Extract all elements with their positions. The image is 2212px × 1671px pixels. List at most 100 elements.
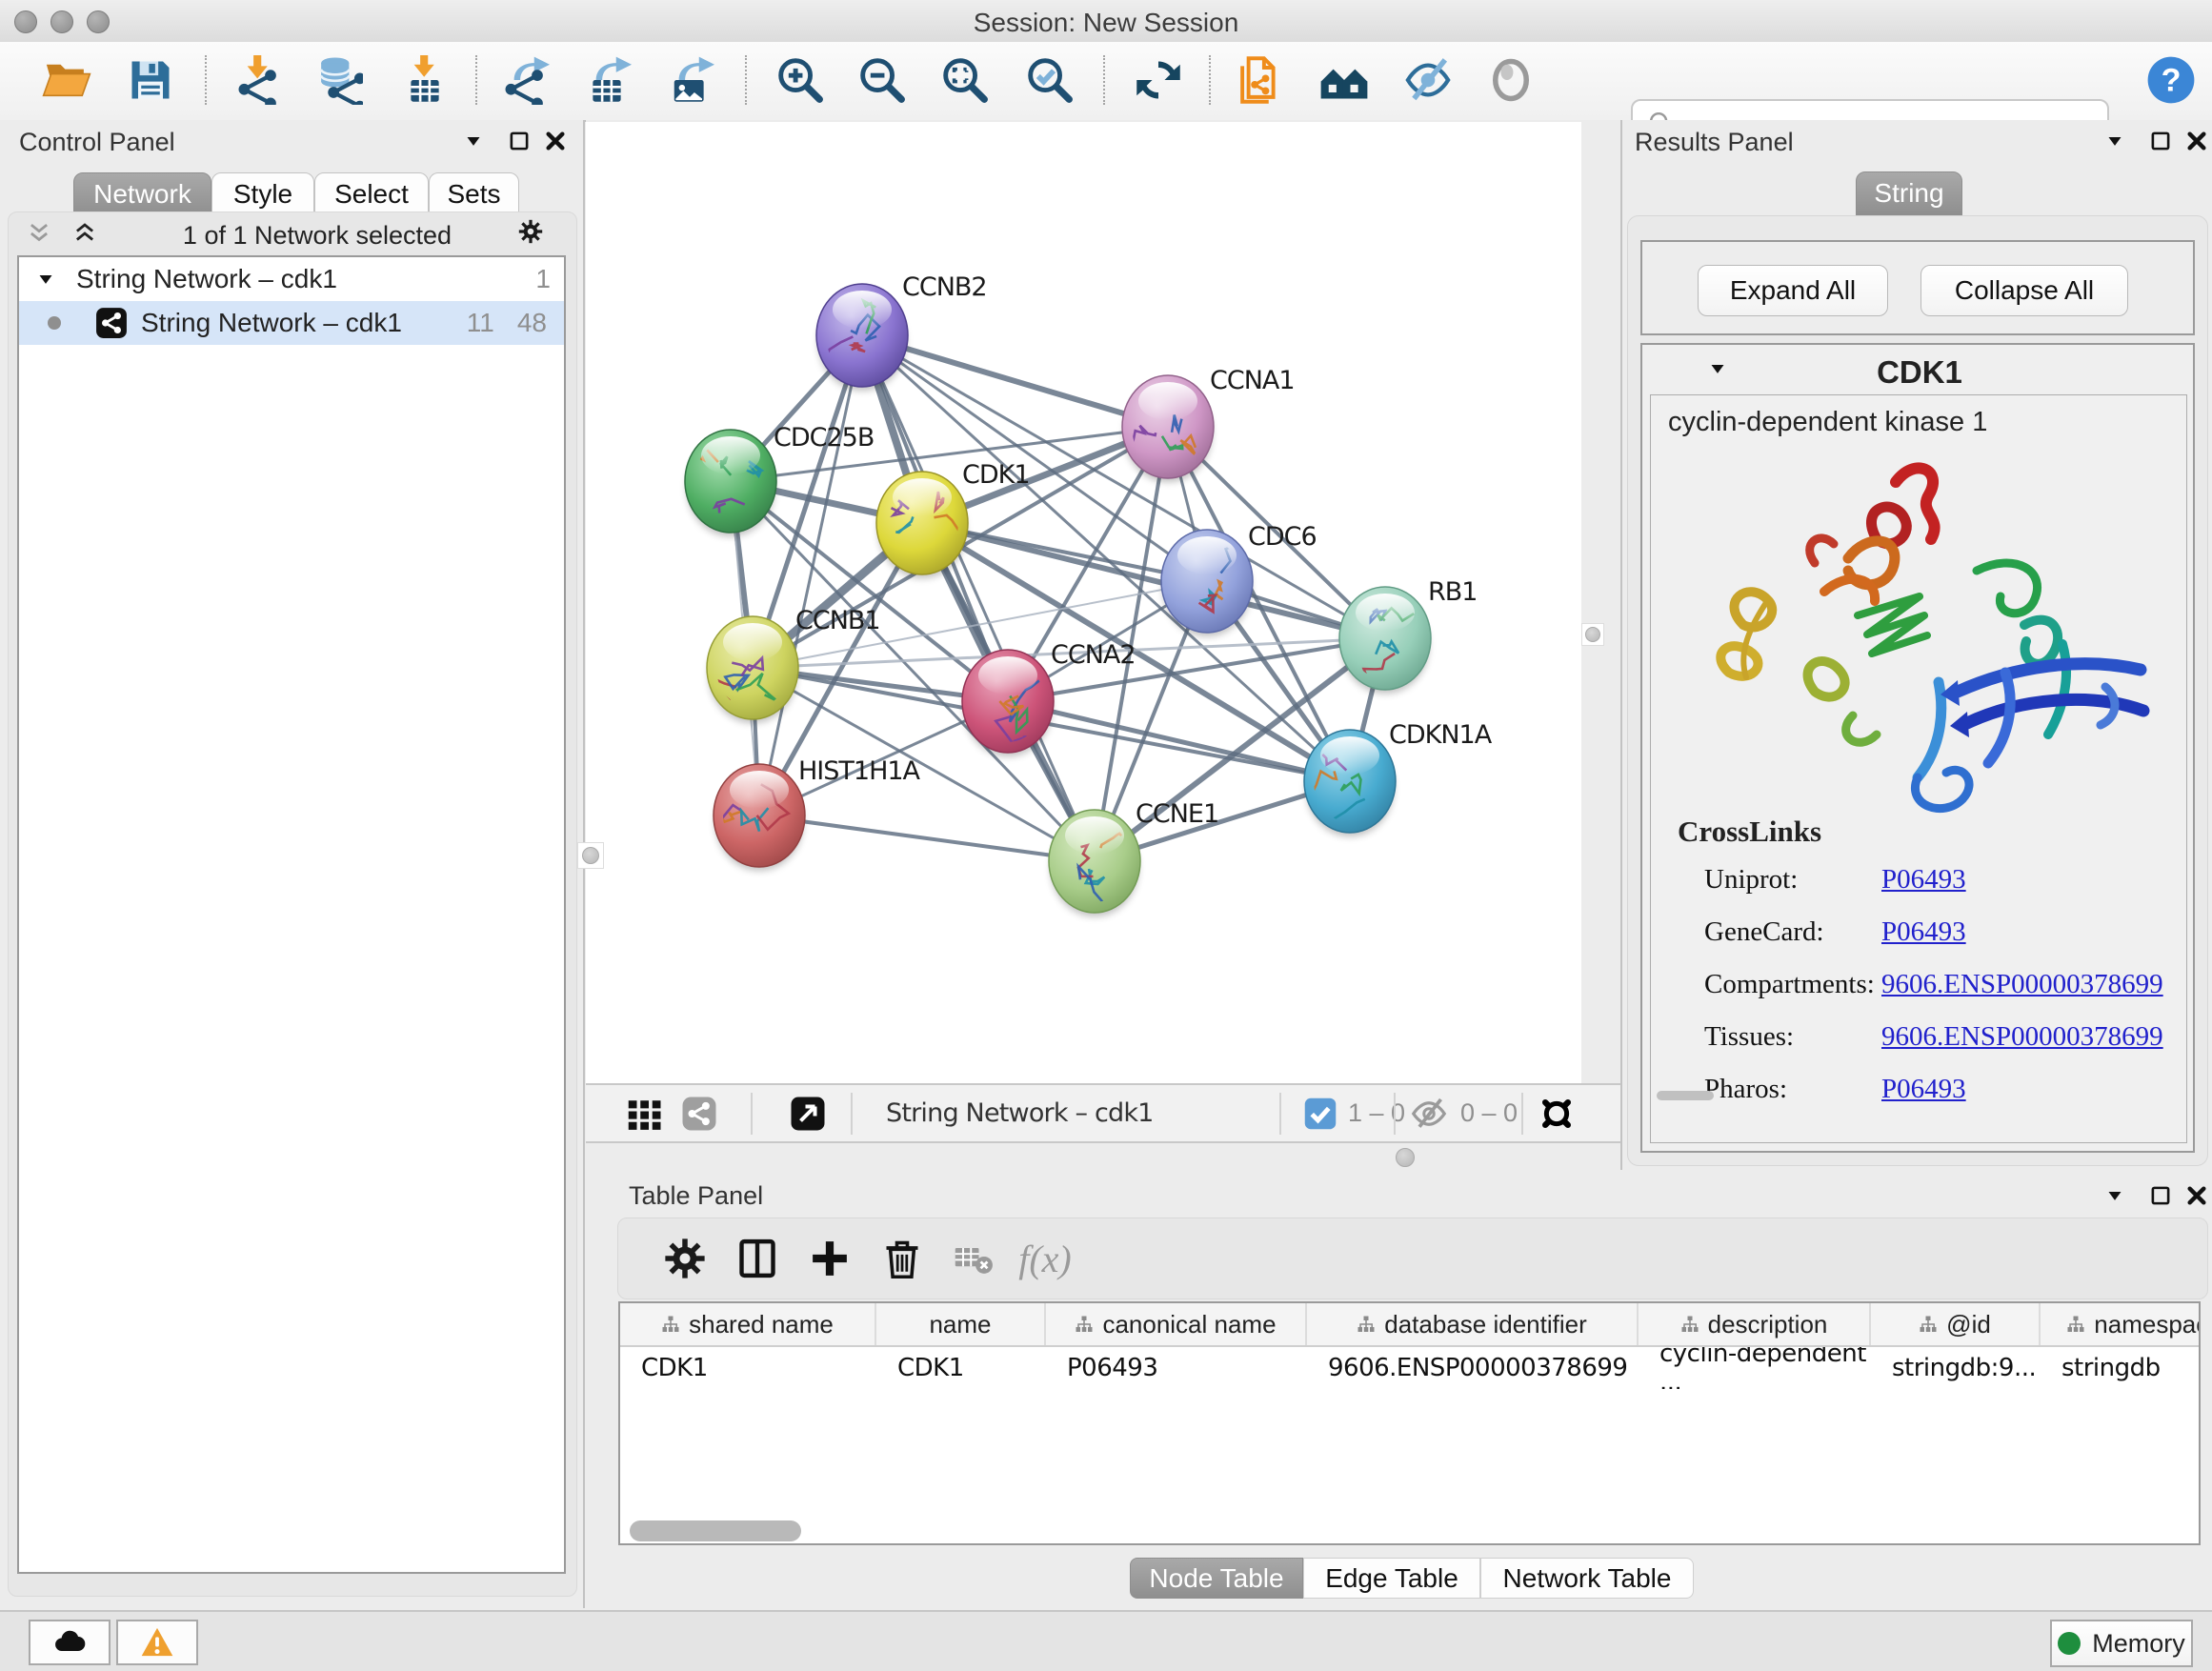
table-panel-collapse-icon[interactable]	[2099, 1179, 2131, 1212]
export-image-button[interactable]	[662, 52, 717, 108]
horizontal-splitter-handle[interactable]	[1396, 1148, 1415, 1167]
control-panel-close-icon[interactable]	[539, 125, 572, 157]
node-CCNE1[interactable]: CCNE1	[1049, 799, 1218, 916]
delete-column-icon[interactable]	[875, 1232, 929, 1285]
table-horizontal-scrollbar[interactable]	[630, 1520, 801, 1541]
node-RB1[interactable]: RB1	[1339, 577, 1477, 694]
tab-style[interactable]: Style	[211, 172, 314, 216]
expand-all-button[interactable]: Expand All	[1698, 265, 1888, 316]
collapse-all-networks-icon[interactable]	[23, 217, 55, 250]
crosslink-label: Pharos:	[1704, 1074, 1881, 1105]
cloud-status-button[interactable]	[29, 1620, 111, 1665]
zoom-in-button[interactable]	[773, 52, 828, 108]
birdseye-crosshair-icon[interactable]	[1535, 1092, 1579, 1136]
network-edge-count: 48	[517, 308, 547, 338]
collection-expand-icon[interactable]	[32, 266, 59, 292]
status-bar: Memory	[0, 1610, 2212, 1671]
table-panel-float-icon[interactable]	[2144, 1179, 2177, 1212]
table-cell[interactable]: CDK1	[620, 1347, 876, 1389]
zoom-selected-icon	[1025, 55, 1075, 105]
warnings-button[interactable]	[116, 1620, 198, 1665]
export-table-button[interactable]	[579, 52, 634, 108]
table-row[interactable]: CDK1CDK1P064939606.ENSP00000378699cyclin…	[620, 1347, 2199, 1389]
node-CCNA2[interactable]: CCNA2	[962, 640, 1136, 756]
table-cell[interactable]: cyclin-dependent ...	[1639, 1347, 1871, 1389]
zoom-out-button[interactable]	[855, 52, 910, 108]
node-HIST1H1A[interactable]: HIST1H1A	[696, 756, 921, 871]
column-header--id[interactable]: @id	[1871, 1303, 2041, 1345]
apply-layout-button[interactable]	[1131, 52, 1186, 108]
add-column-icon[interactable]	[803, 1232, 856, 1285]
string-import-button[interactable]	[1232, 52, 1287, 108]
left-splitter-handle[interactable]	[577, 842, 604, 869]
results-panel-collapse-icon[interactable]	[2099, 125, 2131, 157]
crosslink-value-link[interactable]: 9606.ENSP00000378699	[1881, 969, 2163, 1000]
column-header-name[interactable]: name	[876, 1303, 1046, 1345]
column-header-database-identifier[interactable]: database identifier	[1307, 1303, 1639, 1345]
results-panel-float-icon[interactable]	[2144, 125, 2177, 157]
table-panel-close-icon[interactable]	[2181, 1179, 2212, 1212]
table-cell[interactable]: stringdb	[2041, 1347, 2201, 1389]
table-settings-gear-icon[interactable]	[658, 1232, 712, 1285]
grid-view-icon[interactable]	[622, 1092, 666, 1136]
table-cell[interactable]: CDK1	[876, 1347, 1046, 1389]
table-cell[interactable]: stringdb:9...	[1871, 1347, 2041, 1389]
crosslinks-scrollbar[interactable]	[1657, 1091, 1714, 1100]
crosslink-value-link[interactable]: P06493	[1881, 1074, 1966, 1105]
crosslink-value-link[interactable]: 9606.ENSP00000378699	[1881, 1021, 2163, 1053]
tab-edge-table[interactable]: Edge Table	[1303, 1558, 1480, 1599]
crosslink-value-link[interactable]: P06493	[1881, 864, 1966, 896]
table-cell[interactable]: P06493	[1046, 1347, 1307, 1389]
save-session-button[interactable]	[123, 52, 178, 108]
column-header-namespace[interactable]: namespace	[2041, 1303, 2201, 1345]
help-button[interactable]: ?	[2143, 52, 2199, 108]
network-options-gear-icon[interactable]	[514, 215, 547, 248]
right-splitter-handle[interactable]	[1581, 623, 1604, 646]
memory-button[interactable]: Memory	[2050, 1620, 2193, 1667]
expand-all-networks-icon[interactable]	[69, 217, 101, 250]
hidden-items-eye-icon[interactable]	[1407, 1092, 1451, 1136]
tab-network-table[interactable]: Network Table	[1480, 1558, 1694, 1599]
node-CDC6[interactable]: CDC6	[1161, 522, 1317, 636]
network-canvas[interactable]: CCNB2 CCNA1 CDC25B CDK1 CDC6	[586, 122, 1581, 1083]
network-row-selected[interactable]: String Network – cdk1 11 48	[19, 301, 564, 345]
network-overview-button[interactable]	[1317, 52, 1372, 108]
edge-HIST1H1A-CCNE1[interactable]	[759, 815, 1095, 861]
refresh-icon	[1134, 55, 1183, 105]
edge-CCNB2-CCNA1[interactable]	[862, 335, 1168, 427]
hide-selected-button[interactable]	[1400, 52, 1456, 108]
tab-string[interactable]: String	[1856, 171, 1962, 215]
detach-view-icon[interactable]	[786, 1092, 830, 1136]
control-panel-float-icon[interactable]	[503, 125, 535, 157]
zoom-fit-button[interactable]	[937, 52, 993, 108]
tab-sets[interactable]: Sets	[429, 172, 519, 216]
control-panel-collapse-icon[interactable]	[457, 125, 490, 157]
column-header-canonical-name[interactable]: canonical name	[1046, 1303, 1307, 1345]
crosslink-value-link[interactable]: P06493	[1881, 916, 1966, 948]
column-header-shared-name[interactable]: shared name	[620, 1303, 876, 1345]
results-panel-close-icon[interactable]	[2181, 125, 2212, 157]
selected-nodes-checkbox-icon[interactable]	[1298, 1092, 1342, 1136]
string-view-icon[interactable]	[677, 1092, 721, 1136]
zoom-selected-button[interactable]	[1022, 52, 1077, 108]
show-graphics-details-button[interactable]	[1483, 52, 1538, 108]
node-CCNB2[interactable]: CCNB2	[806, 272, 987, 391]
network-collection-row[interactable]: String Network – cdk1 1	[19, 257, 564, 301]
node-CDKN1A[interactable]: CDKN1A	[1303, 720, 1493, 840]
tab-node-table[interactable]: Node Table	[1130, 1558, 1303, 1599]
node-table[interactable]: shared namenamecanonical namedatabase id…	[618, 1301, 2201, 1545]
import-table-from-file-button[interactable]	[397, 52, 452, 108]
export-network-button[interactable]	[497, 52, 553, 108]
delete-table-icon	[947, 1232, 1000, 1285]
results-actions-box: Expand All Collapse All	[1640, 240, 2195, 335]
collapse-all-button[interactable]: Collapse All	[1920, 265, 2128, 316]
hidden-items-count: 0 – 0	[1460, 1098, 1518, 1128]
show-columns-icon[interactable]	[731, 1232, 784, 1285]
import-network-from-database-button[interactable]	[311, 52, 366, 108]
tab-network[interactable]: Network	[73, 172, 211, 216]
table-cell[interactable]: 9606.ENSP00000378699	[1307, 1347, 1639, 1389]
import-network-from-file-button[interactable]	[231, 52, 286, 108]
open-session-button[interactable]	[39, 52, 94, 108]
column-header-description[interactable]: description	[1639, 1303, 1871, 1345]
tab-select[interactable]: Select	[314, 172, 429, 216]
